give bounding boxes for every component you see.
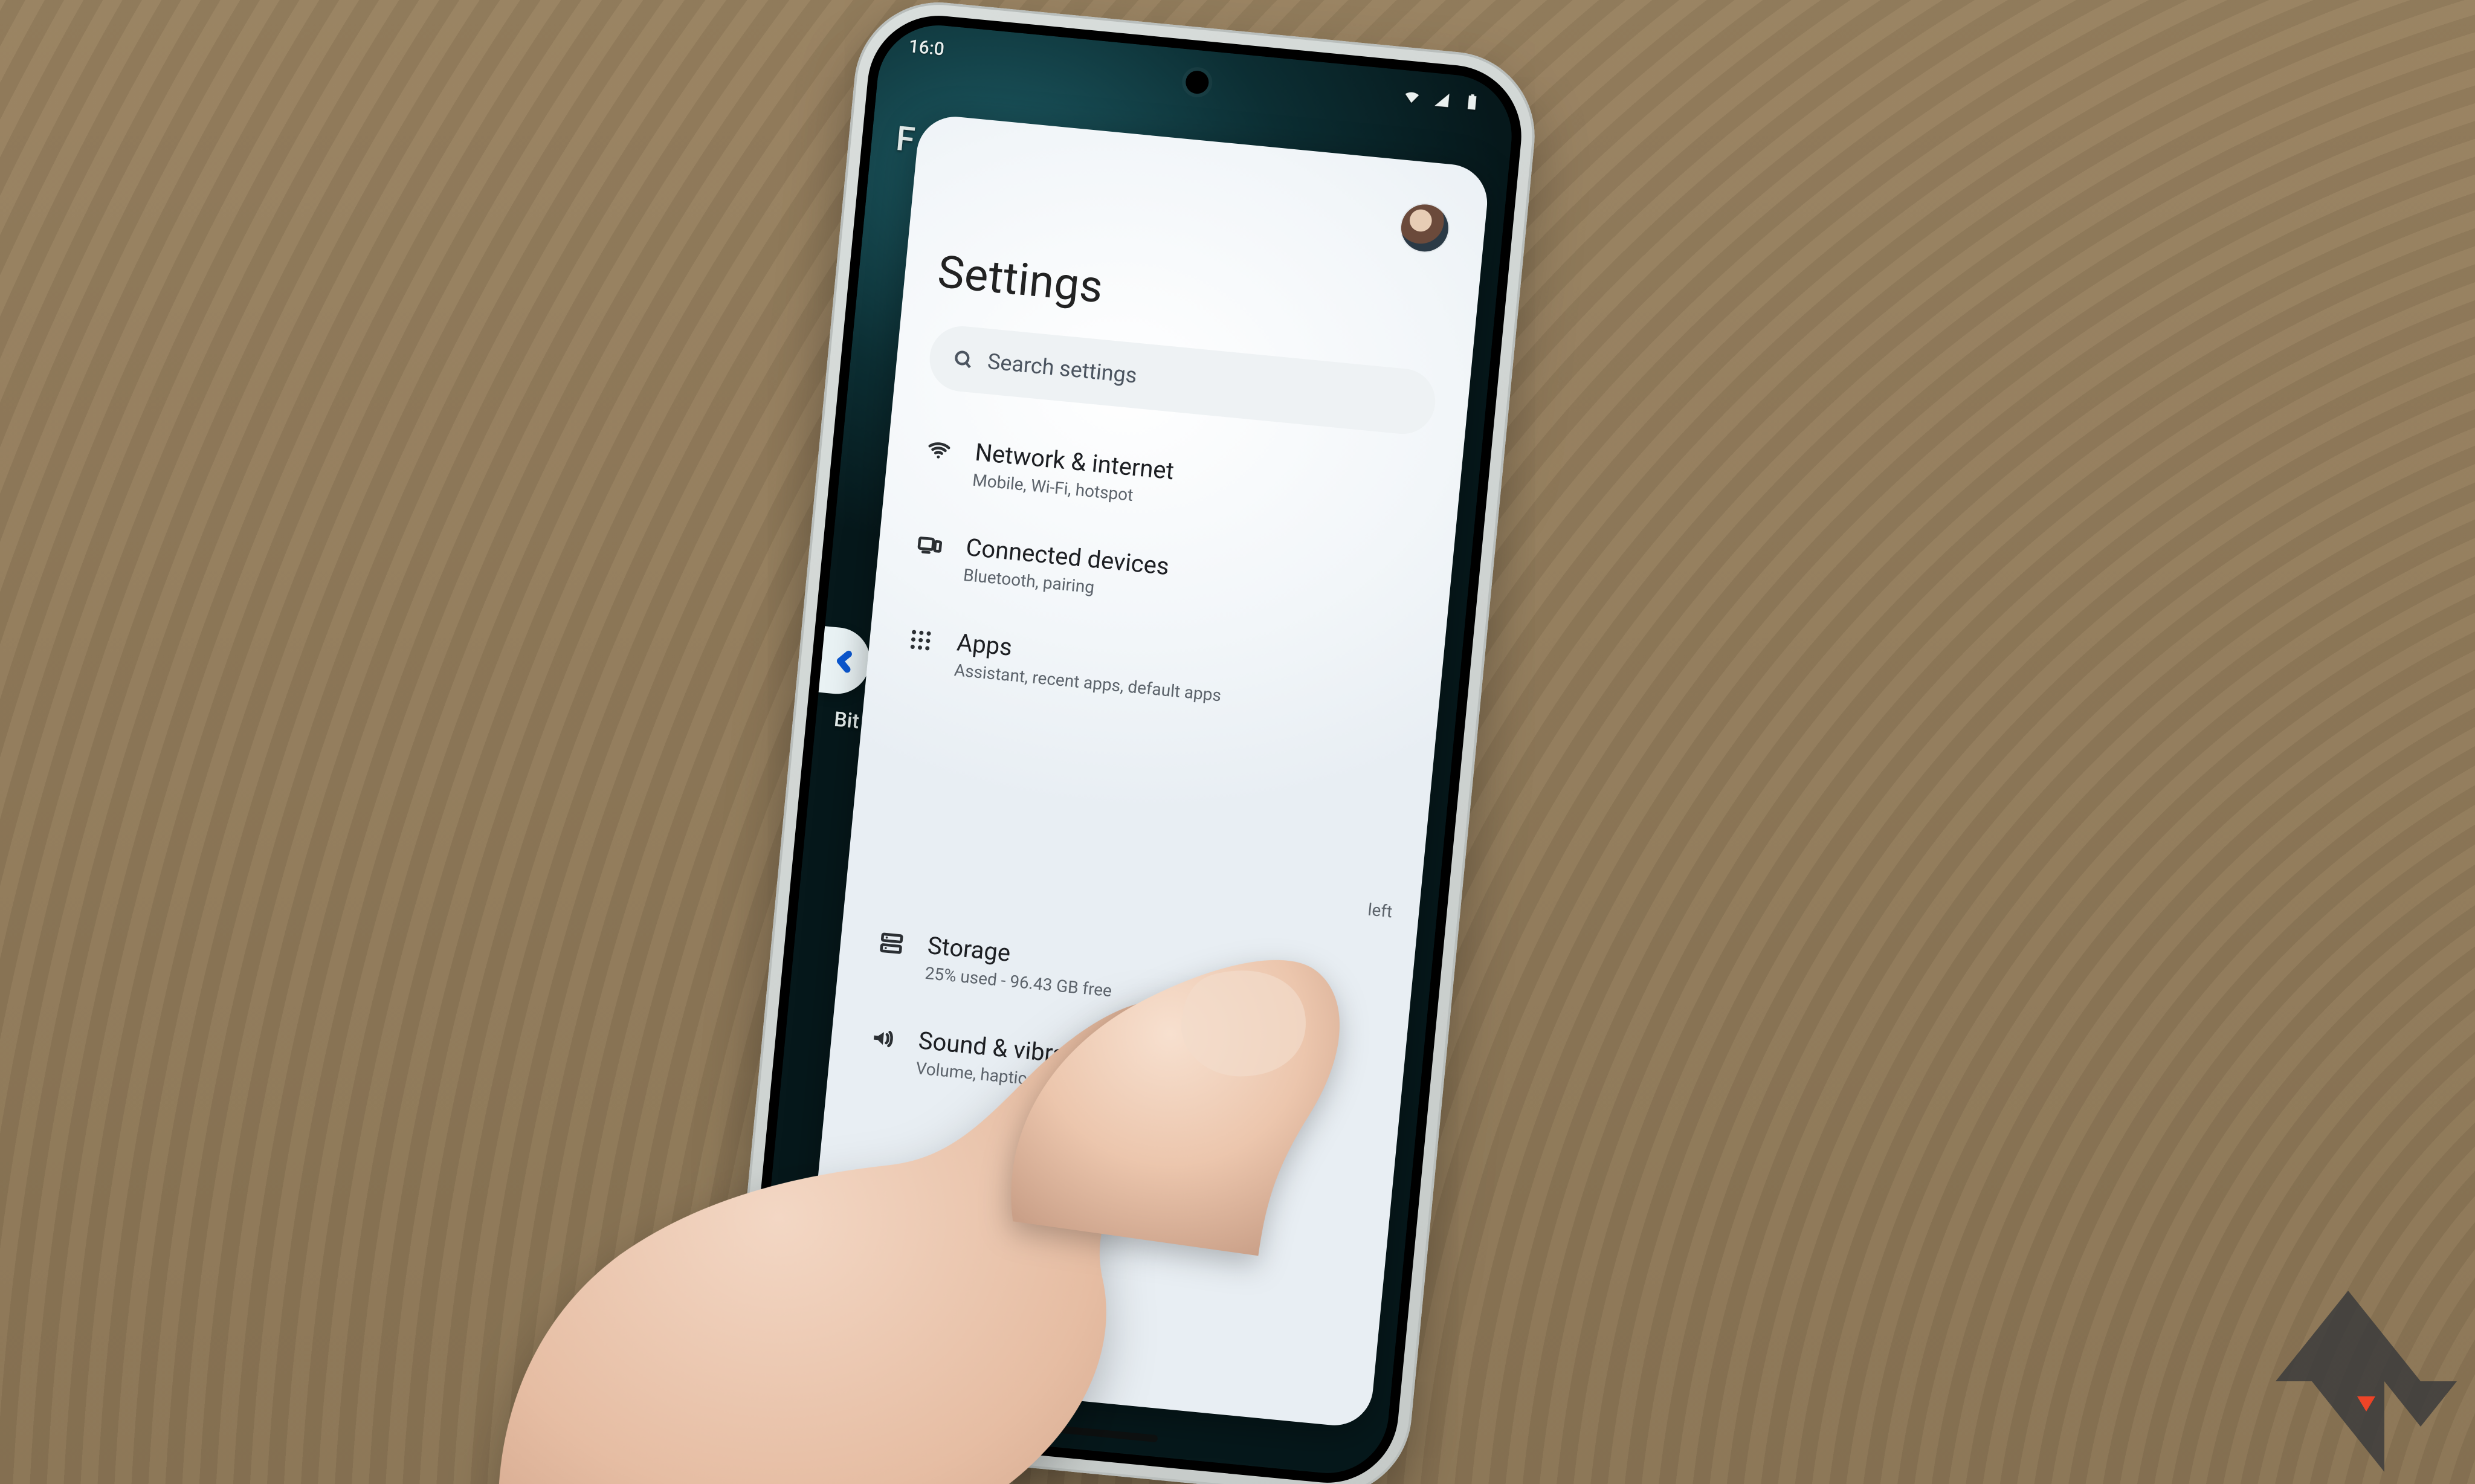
wifi-icon xyxy=(925,436,953,464)
statusbar-time: 16:0 xyxy=(908,36,945,60)
settings-list: Network & internet Mobile, Wi-Fi, hotspo… xyxy=(859,411,1430,1143)
back-gesture-chip[interactable] xyxy=(816,626,873,697)
background-text-partial: Bit xyxy=(833,707,860,734)
settings-card[interactable]: Settings Search settings Network & inter… xyxy=(799,113,1491,1428)
apps-icon xyxy=(907,627,935,654)
settings-card-inner: Settings Search settings Network & inter… xyxy=(799,113,1491,1428)
watermark-logo xyxy=(2239,1285,2457,1478)
camera-punch-hole xyxy=(1185,69,1210,94)
battery-status-icon xyxy=(1462,92,1482,112)
phone-screen: 16:0 F Bit Settings Sear xyxy=(749,20,1517,1479)
settings-item-sub-fragment: left xyxy=(934,858,1393,922)
storage-icon xyxy=(877,929,905,957)
wifi-status-icon xyxy=(1402,87,1422,107)
devices-icon xyxy=(916,531,944,559)
phone-device: 16:0 F Bit Settings Sear xyxy=(724,0,1543,1484)
profile-avatar[interactable] xyxy=(1399,202,1450,254)
chevron-left-icon xyxy=(830,647,859,676)
search-icon xyxy=(952,348,974,370)
scene: 16:0 F Bit Settings Sear xyxy=(0,0,2475,1484)
signal-status-icon xyxy=(1432,90,1452,110)
search-placeholder: Search settings xyxy=(986,349,1138,389)
gesture-nav-pill[interactable] xyxy=(977,1418,1158,1442)
background-text-partial: F xyxy=(894,118,917,160)
statusbar-right xyxy=(1402,87,1482,112)
sound-icon xyxy=(868,1025,896,1053)
